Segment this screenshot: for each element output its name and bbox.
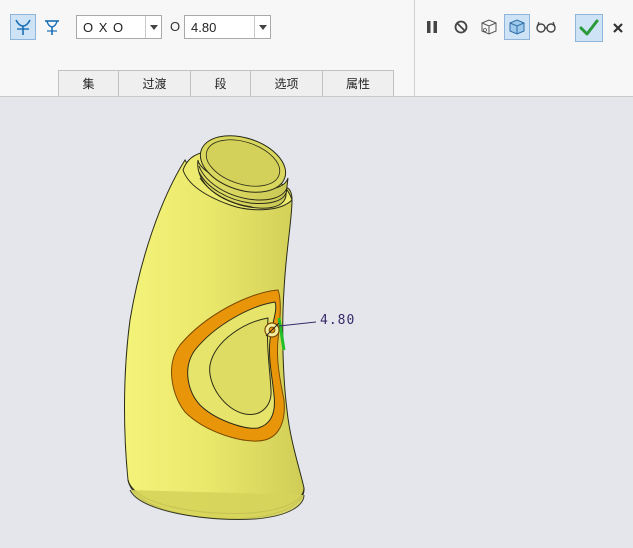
graphics-area[interactable]: 4.80 [0,97,633,545]
preview-geometry-button[interactable] [476,14,502,40]
checkmark-icon [579,19,599,36]
round-set-mode-icon [15,19,31,35]
feature-dashboard: O X O O 4.80 集 过渡 段 选项 属性 [0,0,633,97]
pause-icon [427,21,437,33]
radius-dimension-label[interactable]: 4.80 [320,313,355,328]
dashboard-tabs: 集 过渡 段 选项 属性 [58,70,394,96]
no-preview-icon [454,20,468,34]
chevron-down-icon[interactable] [254,16,270,38]
tab-sets[interactable]: 集 [58,70,119,96]
confirm-button[interactable] [575,14,603,42]
close-icon [613,23,623,33]
chevron-down-icon[interactable] [145,16,161,38]
no-preview-button[interactable] [448,14,474,40]
round-transition-mode-icon [45,20,59,35]
radius-label: O [170,19,181,34]
dimension-leader [278,321,317,327]
radius-drag-handle[interactable] [264,322,280,338]
round-transition-mode-button[interactable] [39,14,65,40]
preview-geometry-icon [481,19,497,35]
tab-pieces[interactable]: 段 [190,70,251,96]
tab-options[interactable]: 选项 [250,70,323,96]
radius-value: 4.80 [191,20,217,35]
pause-button[interactable] [419,14,445,40]
round-shape-value: O X O [83,20,125,35]
cancel-button[interactable] [605,15,631,41]
tab-properties[interactable]: 属性 [322,70,394,96]
glasses-preview-button[interactable] [533,14,559,40]
verify-mode-button[interactable] [504,14,530,40]
tab-transitions[interactable]: 过渡 [118,70,191,96]
verify-mode-icon [509,19,525,35]
radius-dropdown[interactable]: 4.80 [184,15,271,39]
ribbon-divider [414,0,415,96]
bottle-model [124,135,317,520]
glasses-preview-icon [536,21,556,33]
round-set-mode-button[interactable] [10,14,36,40]
round-shape-dropdown[interactable]: O X O [76,15,162,39]
